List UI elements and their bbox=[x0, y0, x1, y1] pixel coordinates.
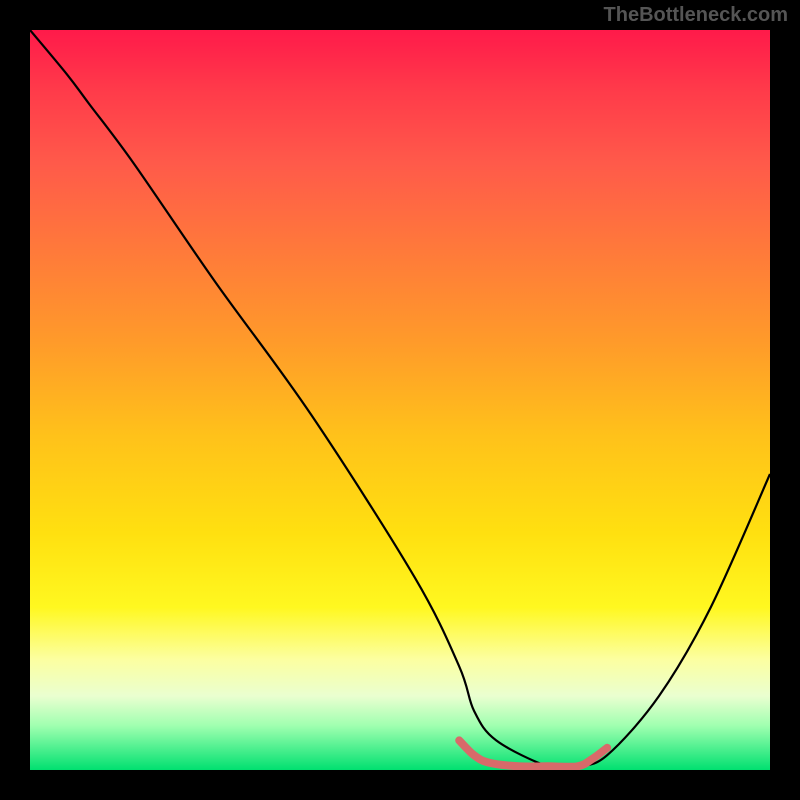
flat-region-marker-line bbox=[459, 740, 607, 766]
plot-area bbox=[30, 30, 770, 770]
bottleneck-curve-line bbox=[30, 30, 770, 769]
watermark-text: TheBottleneck.com bbox=[604, 4, 788, 27]
chart-svg bbox=[30, 30, 770, 770]
